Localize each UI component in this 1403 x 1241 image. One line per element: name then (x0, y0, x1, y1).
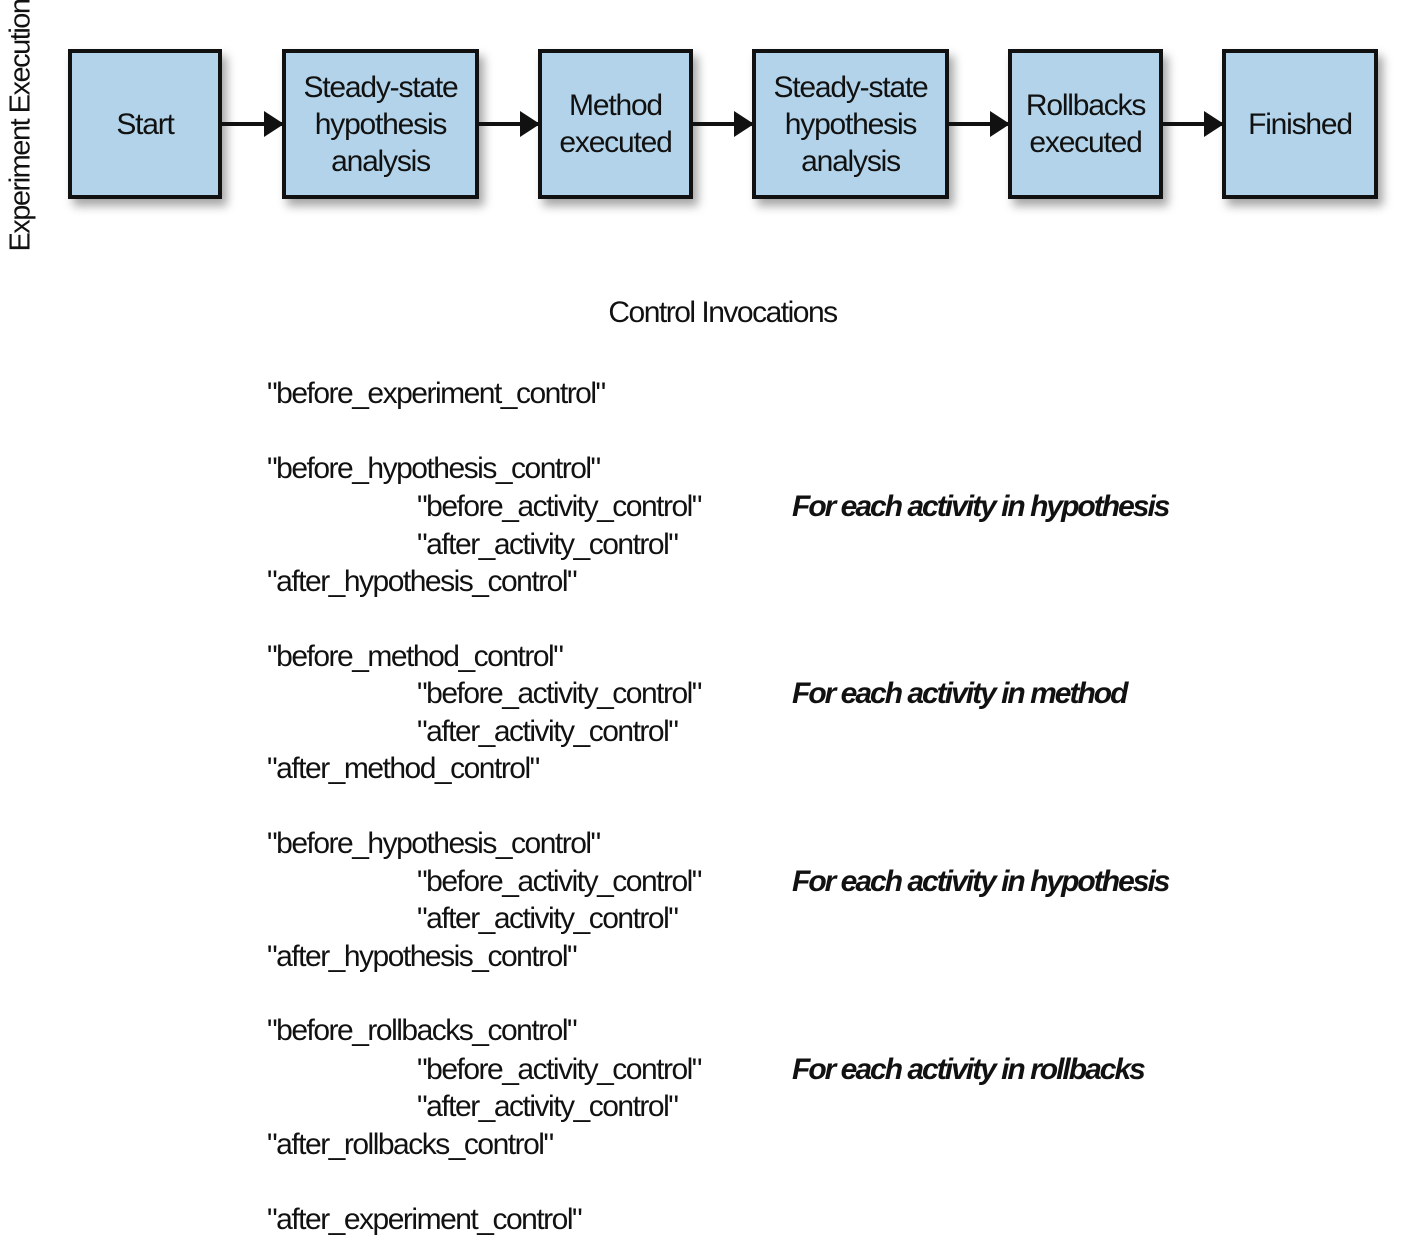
control-line: "before_hypothesis_control" (267, 827, 601, 860)
control-line: "after_activity_control" (417, 528, 679, 561)
activity-note: For each activity in hypothesis (792, 490, 1170, 523)
flow-step-method-executed: Method executed (538, 49, 693, 199)
control-line: "before_method_control" (267, 640, 564, 673)
flow-step-finished: Finished (1222, 49, 1378, 199)
flow-step-steady-state-analysis-2: Steady-state hypothesis analysis (752, 49, 949, 199)
flow-arrow (949, 111, 1010, 137)
flow-step-start: Start (68, 49, 222, 199)
activity-note: For each activity in method (792, 677, 1128, 710)
flow-arrow (222, 111, 284, 137)
control-line: "before_rollbacks_control" (267, 1014, 578, 1047)
control-line: "before_experiment_control" (267, 377, 606, 410)
control-line: "after_hypothesis_control" (267, 565, 578, 598)
control-invocations-title: Control Invocations (608, 296, 838, 329)
control-line: "after_hypothesis_control" (267, 940, 578, 973)
control-line: "before_hypothesis_control" (267, 452, 601, 485)
experiment-flow-diagram: Start Steady-state hypothesis analysis M… (0, 0, 1403, 260)
control-line: "before_activity_control" (417, 677, 702, 710)
flow-arrow (479, 111, 540, 137)
control-line: "before_activity_control" (417, 490, 702, 523)
control-line: "after_activity_control" (417, 902, 679, 935)
control-line: "after_activity_control" (417, 715, 679, 748)
flow-step-rollbacks-executed: Rollbacks executed (1008, 49, 1163, 199)
activity-note: For each activity in rollbacks (792, 1053, 1146, 1086)
flow-arrow (693, 111, 754, 137)
control-line: "after_experiment_control" (267, 1203, 583, 1236)
control-line: "before_activity_control" (417, 865, 702, 898)
flow-arrow (1163, 111, 1224, 137)
control-line: "before_activity_control" (417, 1053, 702, 1086)
control-line: "after_rollbacks_control" (267, 1128, 554, 1161)
activity-note: For each activity in hypothesis (792, 865, 1170, 898)
control-line: "after_activity_control" (417, 1090, 679, 1123)
control-line: "after_method_control" (267, 752, 540, 785)
flow-step-steady-state-analysis-1: Steady-state hypothesis analysis (282, 49, 479, 199)
